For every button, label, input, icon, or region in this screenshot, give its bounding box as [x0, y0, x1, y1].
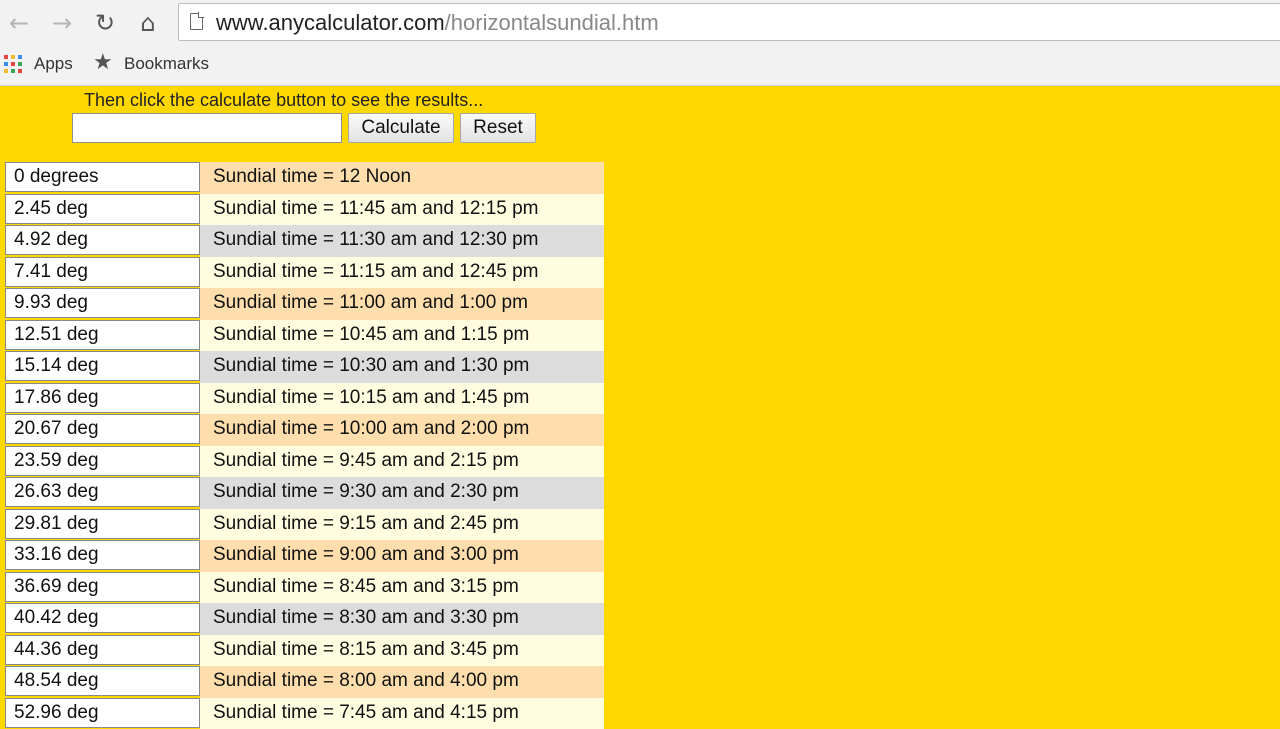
- table-row: 36.69 degSundial time = 8:45 am and 3:15…: [5, 572, 604, 604]
- table-row: 20.67 degSundial time = 10:00 am and 2:0…: [5, 414, 604, 446]
- home-icon[interactable]: ⌂: [134, 9, 162, 37]
- sundial-time-cell: Sundial time = 10:30 am and 1:30 pm: [200, 351, 604, 383]
- bookmarks-folder[interactable]: Bookmarks: [124, 53, 209, 75]
- degree-cell: 44.36 deg: [5, 635, 200, 665]
- table-row: 33.16 degSundial time = 9:00 am and 3:00…: [5, 540, 604, 572]
- sundial-time-cell: Sundial time = 8:30 am and 3:30 pm: [200, 603, 604, 635]
- table-row: 40.42 degSundial time = 8:30 am and 3:30…: [5, 603, 604, 635]
- degree-cell: 4.92 deg: [5, 225, 200, 255]
- bookmarks-bar: Apps ★ Bookmarks: [0, 44, 1280, 86]
- sundial-time-cell: Sundial time = 9:30 am and 2:30 pm: [200, 477, 604, 509]
- degree-cell: 0 degrees: [5, 162, 200, 192]
- degree-cell: 52.96 deg: [5, 698, 200, 728]
- sundial-time-cell: Sundial time = 10:45 am and 1:15 pm: [200, 320, 604, 352]
- forward-arrow-icon[interactable]: →: [48, 9, 76, 37]
- sundial-time-cell: Sundial time = 11:30 am and 12:30 pm: [200, 225, 604, 257]
- url-text: www.anycalculator.com/horizontalsundial.…: [216, 10, 659, 36]
- sundial-time-cell: Sundial time = 12 Noon: [200, 162, 604, 194]
- results-table: 0 degreesSundial time = 12 Noon 2.45 deg…: [5, 162, 604, 729]
- degree-cell: 36.69 deg: [5, 572, 200, 602]
- page-content: Then click the calculate button to see t…: [0, 86, 1280, 720]
- reset-button[interactable]: Reset: [460, 113, 536, 143]
- table-row: 2.45 degSundial time = 11:45 am and 12:1…: [5, 194, 604, 226]
- table-row: 26.63 degSundial time = 9:30 am and 2:30…: [5, 477, 604, 509]
- table-row: 17.86 degSundial time = 10:15 am and 1:4…: [5, 383, 604, 415]
- sundial-time-cell: Sundial time = 9:15 am and 2:45 pm: [200, 509, 604, 541]
- degree-cell: 9.93 deg: [5, 288, 200, 318]
- degree-cell: 40.42 deg: [5, 603, 200, 633]
- degree-cell: 23.59 deg: [5, 446, 200, 476]
- url-domain: www.anycalculator.com: [216, 10, 445, 35]
- degree-cell: 17.86 deg: [5, 383, 200, 413]
- sundial-time-cell: Sundial time = 11:00 am and 1:00 pm: [200, 288, 604, 320]
- degree-cell: 48.54 deg: [5, 666, 200, 696]
- degree-cell: 7.41 deg: [5, 257, 200, 287]
- reload-icon[interactable]: ↻: [91, 9, 119, 37]
- table-row: 44.36 degSundial time = 8:15 am and 3:45…: [5, 635, 604, 667]
- instruction-text: Then click the calculate button to see t…: [84, 90, 483, 111]
- sundial-time-cell: Sundial time = 8:15 am and 3:45 pm: [200, 635, 604, 667]
- sundial-time-cell: Sundial time = 9:45 am and 2:15 pm: [200, 446, 604, 478]
- table-row: 12.51 degSundial time = 10:45 am and 1:1…: [5, 320, 604, 352]
- table-row: 52.96 degSundial time = 7:45 am and 4:15…: [5, 698, 604, 729]
- sundial-time-cell: Sundial time = 8:00 am and 4:00 pm: [200, 666, 604, 698]
- apps-grid-icon[interactable]: [4, 55, 22, 73]
- url-path: /horizontalsundial.htm: [445, 10, 659, 35]
- degree-cell: 12.51 deg: [5, 320, 200, 350]
- sundial-time-cell: Sundial time = 9:00 am and 3:00 pm: [200, 540, 604, 572]
- browser-toolbar: ← → ↻ ⌂ www.anycalculator.com/horizontal…: [0, 0, 1280, 44]
- degree-cell: 20.67 deg: [5, 414, 200, 444]
- table-row: 9.93 degSundial time = 11:00 am and 1:00…: [5, 288, 604, 320]
- back-arrow-icon[interactable]: ←: [5, 9, 33, 37]
- page-icon: [190, 13, 203, 30]
- apps-bookmark[interactable]: Apps: [34, 53, 73, 75]
- address-bar[interactable]: www.anycalculator.com/horizontalsundial.…: [178, 3, 1280, 41]
- table-row: 29.81 degSundial time = 9:15 am and 2:45…: [5, 509, 604, 541]
- degree-cell: 26.63 deg: [5, 477, 200, 507]
- table-row: 4.92 degSundial time = 11:30 am and 12:3…: [5, 225, 604, 257]
- table-row: 48.54 degSundial time = 8:00 am and 4:00…: [5, 666, 604, 698]
- sundial-time-cell: Sundial time = 8:45 am and 3:15 pm: [200, 572, 604, 604]
- star-icon: ★: [93, 51, 113, 75]
- sundial-time-cell: Sundial time = 7:45 am and 4:15 pm: [200, 698, 604, 729]
- calculate-button[interactable]: Calculate: [348, 113, 454, 143]
- sundial-time-cell: Sundial time = 11:45 am and 12:15 pm: [200, 194, 604, 226]
- degree-cell: 33.16 deg: [5, 540, 200, 570]
- sundial-time-cell: Sundial time = 10:00 am and 2:00 pm: [200, 414, 604, 446]
- table-row: 0 degreesSundial time = 12 Noon: [5, 162, 604, 194]
- degree-cell: 29.81 deg: [5, 509, 200, 539]
- sundial-time-cell: Sundial time = 11:15 am and 12:45 pm: [200, 257, 604, 289]
- table-row: 7.41 degSundial time = 11:15 am and 12:4…: [5, 257, 604, 289]
- degree-cell: 15.14 deg: [5, 351, 200, 381]
- latitude-input[interactable]: [72, 113, 342, 143]
- sundial-time-cell: Sundial time = 10:15 am and 1:45 pm: [200, 383, 604, 415]
- degree-cell: 2.45 deg: [5, 194, 200, 224]
- table-row: 15.14 degSundial time = 10:30 am and 1:3…: [5, 351, 604, 383]
- table-row: 23.59 degSundial time = 9:45 am and 2:15…: [5, 446, 604, 478]
